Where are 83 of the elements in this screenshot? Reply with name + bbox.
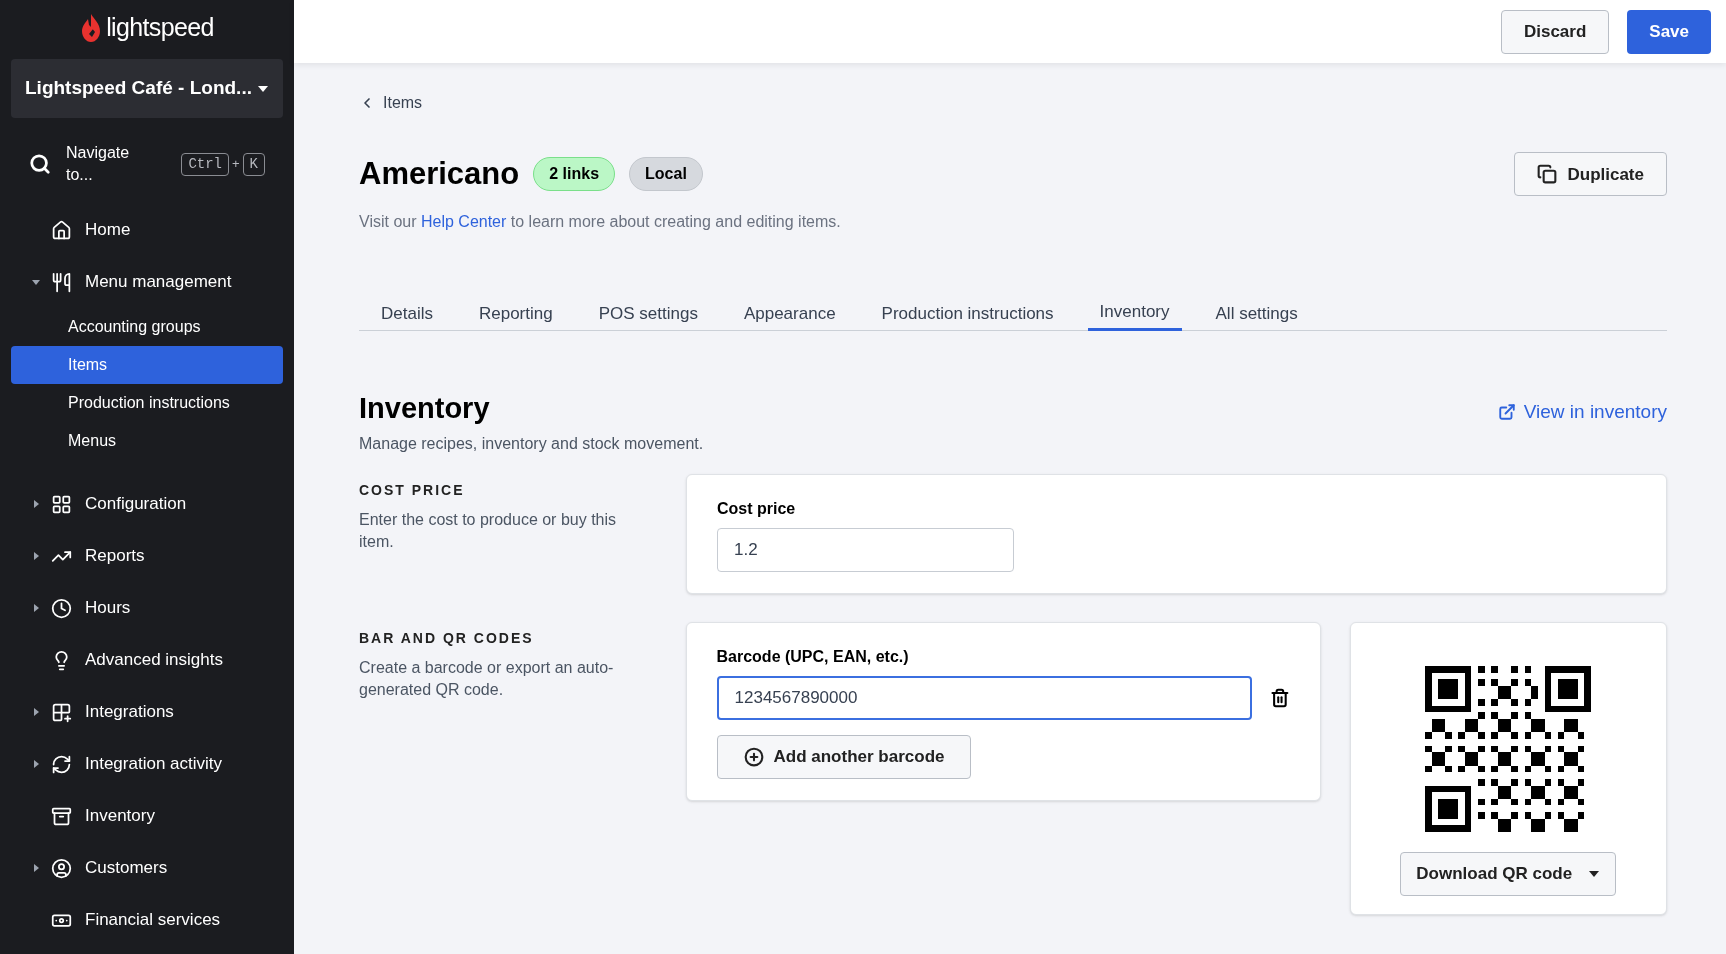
add-barcode-button[interactable]: Add another barcode: [716, 735, 972, 779]
caret-icon: [31, 277, 41, 287]
duplicate-button[interactable]: Duplicate: [1514, 152, 1667, 197]
download-qr-button[interactable]: Download QR code: [1400, 852, 1617, 896]
nav-label: Integrations: [85, 701, 174, 724]
nav-label: Menu management: [85, 271, 232, 294]
input-field[interactable]: 1.2: [717, 528, 1014, 572]
nav-item[interactable]: Integrations: [11, 686, 283, 738]
input-field[interactable]: 1234567890000: [716, 676, 1252, 720]
caret-icon: [31, 707, 41, 717]
tab[interactable]: Reporting: [466, 296, 565, 331]
nav-item[interactable]: Integration activity: [11, 738, 283, 790]
breadcrumb-link[interactable]: Items: [359, 91, 1667, 115]
nav-label: Reports: [85, 545, 145, 568]
store-selector[interactable]: Lightspeed Café - Lond...: [11, 59, 283, 118]
nav-label: Integration activity: [85, 753, 222, 776]
help-center-link[interactable]: Help Center: [420, 212, 507, 230]
section-subtitle: Manage recipes, inventory and stock movement.: [359, 434, 705, 454]
user-icon: [51, 857, 72, 879]
tab[interactable]: Appearance: [731, 296, 848, 331]
nav-subitem[interactable]: Accounting groups: [11, 308, 283, 346]
nav-label: Home: [85, 219, 131, 242]
caret-icon: [31, 603, 41, 613]
refresh-icon: [51, 753, 72, 775]
nav-label: Hours: [85, 597, 131, 620]
nav-label: Configuration: [85, 493, 187, 516]
home-icon: [51, 219, 72, 241]
tab[interactable]: All settings: [1203, 296, 1310, 331]
caret-icon: [31, 759, 41, 769]
tab[interactable]: POS settings: [586, 296, 710, 331]
group-heading: COST PRICE: [359, 481, 466, 500]
copy-icon: [1537, 164, 1558, 185]
page-title: Americano: [359, 155, 520, 193]
nav-subitem[interactable]: Menus: [11, 422, 283, 460]
nav-item[interactable]: Configuration: [11, 478, 283, 530]
nav-item[interactable]: Financial services: [11, 894, 283, 946]
save-button[interactable]: Save: [1627, 9, 1711, 54]
group-description: Enter the cost to produce or buy this item.: [359, 510, 618, 552]
keyboard-key: K: [242, 152, 265, 176]
nav-item[interactable]: Hours: [11, 582, 283, 634]
nav-item[interactable]: Reports: [11, 530, 283, 582]
caret-icon: [31, 863, 41, 873]
trash-icon[interactable]: [1269, 688, 1290, 708]
grid-plus-icon: [51, 701, 72, 723]
nav-item[interactable]: Customers: [11, 842, 283, 894]
navigate-link[interactable]: Navigate to...: [66, 142, 146, 186]
group-description: Create a barcode or export an auto-generated QR code.: [359, 658, 615, 700]
field-label: Cost price: [717, 499, 797, 519]
nav-label: Inventory: [85, 805, 155, 828]
view-in-inventory-link[interactable]: View in inventory: [1497, 397, 1667, 426]
clock-icon: [51, 597, 72, 619]
discard-button[interactable]: Discard: [1500, 9, 1610, 54]
nav-item[interactable]: Home: [11, 204, 283, 256]
brand-name: lightspeed: [106, 12, 214, 44]
nav-item[interactable]: Inventory: [11, 790, 283, 842]
section-title: Inventory: [359, 390, 490, 426]
help-text: Visit our Help Center to learn more about creating and editing items.: [359, 211, 842, 232]
keyboard-key: Ctrl: [181, 152, 229, 176]
status-badge: 2 links: [533, 157, 616, 192]
nav-label: Financial services: [85, 909, 221, 932]
nav-item[interactable]: Menu management: [11, 256, 283, 308]
tab[interactable]: Inventory: [1087, 296, 1182, 331]
caret-icon: [257, 84, 269, 93]
grid-icon: [51, 493, 72, 515]
search-icon: [29, 153, 51, 175]
flame-logo-icon: [80, 13, 103, 43]
tab[interactable]: Production instructions: [869, 296, 1066, 331]
nav-label: Customers: [85, 857, 168, 880]
group-heading: BAR AND QR CODES: [359, 629, 535, 648]
key-joiner: +: [232, 155, 240, 174]
caret-icon: [31, 551, 41, 561]
nav-subitem[interactable]: Production instructions: [11, 384, 283, 422]
nav-label: Advanced insights: [85, 649, 223, 672]
archive-icon: [51, 805, 72, 827]
caret-icon: [31, 499, 41, 509]
nav-subitem[interactable]: Items: [11, 346, 283, 384]
status-badge: Local: [629, 157, 703, 192]
external-link-icon: [1497, 402, 1516, 421]
caret-icon: [1588, 870, 1601, 878]
field-label: Barcode (UPC, EAN, etc.): [716, 647, 910, 667]
nav-item[interactable]: Advanced insights: [11, 634, 283, 686]
tab[interactable]: Details: [369, 296, 445, 331]
plus-circle-icon: [743, 747, 764, 767]
